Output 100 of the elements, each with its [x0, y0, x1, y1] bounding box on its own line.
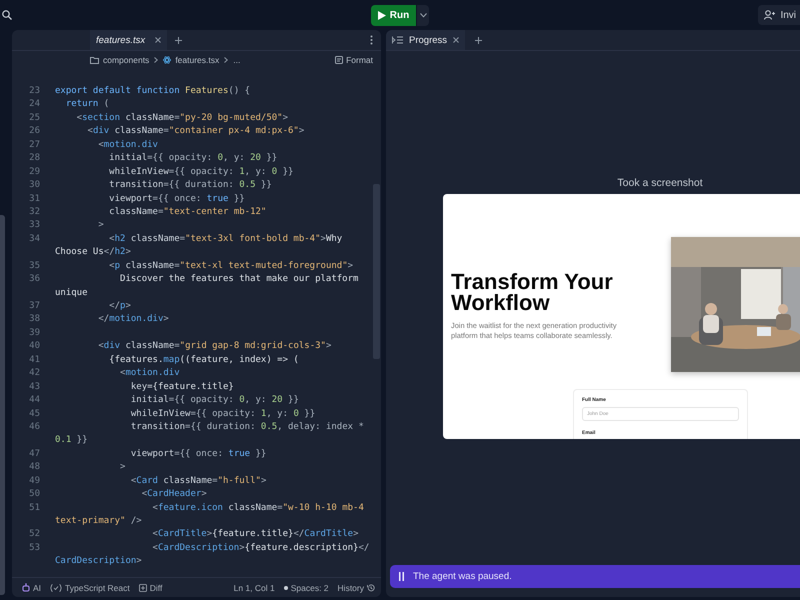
chevron-right-icon [224, 57, 228, 63]
status-item[interactable]: Diff [138, 582, 162, 592]
line-number: 23 [28, 85, 40, 98]
panel-tab[interactable]: Progress [386, 30, 466, 50]
code-line: Discover the features that make our platform [119, 273, 358, 286]
code-line: <h2 className="text-3xl font-bold mb-4">Why [108, 232, 342, 246]
line-number: 40 [28, 340, 40, 354]
robot-icon [22, 583, 30, 592]
folder-icon [90, 56, 99, 64]
person-plus-icon [764, 10, 776, 20]
pause-icon [399, 572, 404, 581]
code-line: <feature.icon className="w-10 h-10 mb-4 [152, 502, 364, 515]
close-icon [453, 37, 460, 43]
code-line: <CardTitle>{feature.title}</CardTitle> [152, 528, 358, 542]
line-number: 46 [28, 420, 40, 434]
line-number: 28 [28, 152, 40, 166]
line-number: 47 [28, 448, 40, 461]
line-number: 33 [28, 219, 40, 232]
line-number: 41 [28, 354, 40, 367]
atom-icon [163, 56, 172, 64]
code-line: viewport={{ once: true }} [108, 192, 245, 206]
breadcrumb-item[interactable]: features.tsx [163, 55, 220, 65]
plus-icon [175, 36, 182, 44]
code-line: <p className="text-xl text-muted-foreground"> [108, 260, 354, 273]
code-line: initial={{ opacity: 0, y: 20 }} [108, 152, 278, 166]
list-icon [392, 36, 403, 44]
play-icon [378, 10, 386, 20]
code-line: </p> [108, 300, 131, 313]
status-item[interactable]: AI [22, 582, 42, 592]
braces-check-icon [50, 584, 62, 592]
code-line: text-primary" /> [55, 515, 142, 528]
line-number: 24 [28, 98, 40, 112]
line-number: 37 [28, 300, 40, 313]
close-icon [155, 37, 162, 43]
format-icon [335, 56, 344, 64]
line-number: 32 [28, 206, 40, 219]
cursor-position: Ln 1, Col 1 [234, 582, 275, 592]
code-line: initial={{ opacity: 0, y: 20 }} [130, 394, 299, 408]
plus-square-icon [138, 584, 147, 592]
caret-icon [420, 12, 427, 18]
code-line: <section className="py-20 bg-muted/50"> [76, 112, 288, 125]
code-line: viewport={{ once: true }} [130, 448, 266, 461]
code-line: transition={{ duration: 0.5 }} [108, 179, 272, 192]
code-line: <CardHeader> [140, 488, 207, 502]
file-tab[interactable]: features.tsx [90, 30, 168, 50]
history-button[interactable]: History [338, 582, 375, 592]
code-line: </motion.div> [97, 313, 169, 326]
code-line: 0.1 }} [55, 434, 88, 448]
code-line: <motion.div [119, 367, 180, 380]
invite-button[interactable]: Invi [758, 5, 800, 25]
code-line: whileInView={{ opacity: 1, y: 0 }} [108, 166, 294, 179]
run-options-button[interactable] [417, 4, 430, 26]
line-number: 44 [28, 394, 40, 408]
indent-setting[interactable]: Spaces: 2 [284, 582, 329, 592]
code-line: <CardDescription>{feature.description}</ [152, 542, 370, 555]
line-number: 39 [28, 326, 40, 340]
code-line: export default function Features() { [55, 85, 250, 98]
status-item[interactable]: TypeScript React [50, 582, 130, 592]
hero-heading: Transform Your Workflow [451, 271, 614, 313]
chevron-right-icon [154, 57, 158, 63]
code-line: <div className="grid gap-8 md:grid-cols-3"> [97, 340, 332, 354]
line-number: 38 [28, 313, 40, 326]
code-line: return ( [64, 98, 110, 112]
code-line: Choose Us</h2> [55, 246, 131, 260]
code-line: whileInView={{ opacity: 1, y: 0 }} [130, 408, 316, 420]
code-line: {features.map((feature, index) => ( [108, 354, 299, 367]
line-number: 31 [28, 192, 40, 206]
line-number: 43 [28, 380, 40, 394]
line-number: 26 [28, 125, 40, 138]
line-number: 34 [28, 232, 40, 246]
line-number: 29 [28, 166, 40, 179]
line-number: 42 [28, 367, 40, 380]
code-line: key={feature.title} [130, 380, 234, 394]
line-number: 27 [28, 138, 40, 152]
line-number: 49 [28, 474, 40, 488]
code-line: <div className="container px-4 md:px-6"> [86, 125, 304, 138]
plus-icon [475, 36, 482, 44]
line-number: 36 [28, 273, 40, 286]
line-number: 52 [28, 528, 40, 542]
breadcrumb-item[interactable]: ... [233, 55, 240, 65]
run-button[interactable]: Run [370, 4, 416, 26]
code-line: > [97, 219, 104, 232]
more-icon [370, 35, 373, 45]
dot-icon [284, 586, 288, 590]
line-number: 50 [28, 488, 40, 502]
scrollbar[interactable] [373, 184, 380, 359]
code-line: CardDescription> [55, 555, 142, 568]
code-line: className="text-center mb-12" [108, 206, 266, 219]
format-button[interactable]: Format [329, 54, 379, 66]
agent-status-text: The agent was paused. [413, 571, 512, 582]
code-line: <motion.div [97, 138, 158, 152]
breadcrumb-item[interactable]: components [90, 55, 150, 65]
code-line: <Card className="h-full"> [130, 474, 266, 488]
line-number: 51 [28, 502, 40, 515]
line-number: 35 [28, 260, 40, 273]
line-number: 25 [28, 112, 40, 125]
line-number: 30 [28, 179, 40, 192]
code-line: unique [55, 286, 88, 300]
code-line: > [119, 461, 126, 474]
activity-message: Took a screenshot [616, 176, 704, 190]
